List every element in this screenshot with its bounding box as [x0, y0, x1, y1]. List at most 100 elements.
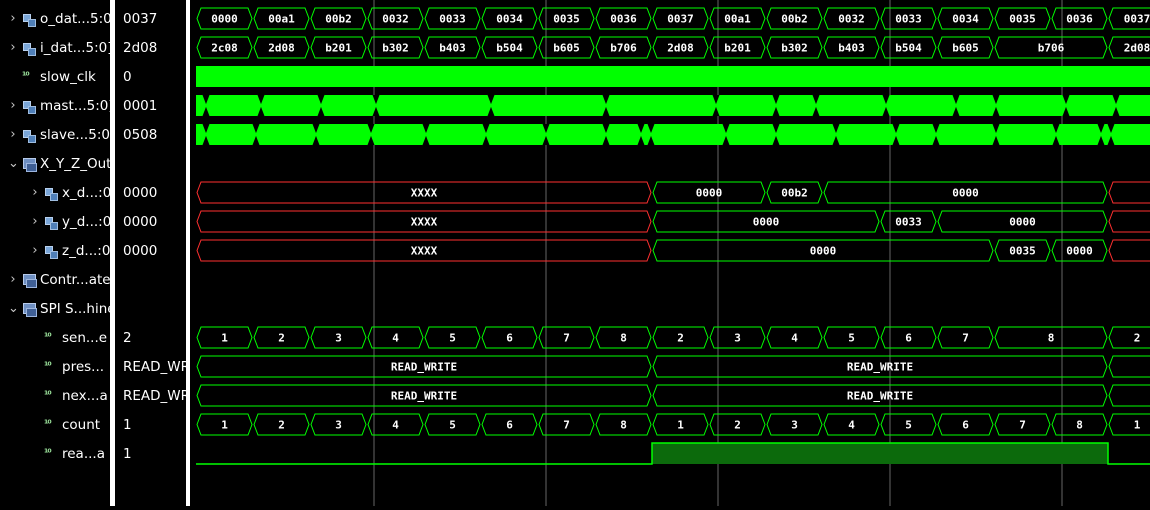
waveform-pane[interactable]: 0000 00a1 00b2 0032 0033 0034 0035 0036 0037 00a1… [190, 0, 1150, 506]
bus-value-label: XXXX [411, 187, 438, 200]
bus-icon [22, 128, 36, 143]
signal-value: 0000 [123, 213, 158, 230]
bus-segment [1108, 355, 1150, 378]
signal-row-y_d[interactable]: › y_d...:0] [30, 207, 110, 236]
bus-value-label: 0035 [553, 13, 580, 26]
bus-value-label: 4 [392, 332, 399, 345]
signal-value: 2d08 [123, 39, 158, 56]
signal-name: sen...e [62, 329, 108, 346]
signal-row-ctrl[interactable]: › Contr...ate [8, 265, 110, 294]
waveform-canvas[interactable]: 0000 00a1 00b2 0032 0033 0034 0035 0036 0037 00a1… [190, 0, 1150, 506]
signal-row-master[interactable]: › mast...5:0] [8, 91, 110, 120]
signal-name: x_d...:0] [62, 184, 110, 201]
collapse-arrow-icon[interactable]: › [8, 40, 18, 55]
bit-icon: ¹⁰ [44, 360, 52, 372]
signal-value: 0001 [123, 97, 158, 114]
bus-value-label: XXXX [411, 245, 438, 258]
bus-value-label: 0035 [1009, 245, 1036, 258]
collapse-arrow-icon[interactable]: › [8, 98, 18, 113]
signal-value: READ_WRITE [123, 358, 186, 375]
collapse-arrow-icon[interactable]: › [8, 272, 18, 287]
bus-value-label: 6 [905, 332, 912, 345]
collapse-arrow-icon[interactable]: › [30, 243, 40, 258]
bus-value-label: 6 [962, 419, 969, 432]
signal-row-slow_clk[interactable]: ¹⁰ slow_clk [8, 62, 96, 91]
bus-value-label: 00b2 [781, 187, 808, 200]
signal-name: i_dat...5:0] [40, 39, 110, 56]
scope-icon [22, 273, 37, 288]
signal-row-xyz[interactable]: ⌄ X_Y_Z_Out [8, 149, 110, 178]
signal-row-sen[interactable]: ¹⁰ sen...e [30, 323, 107, 352]
signal-name: o_dat...5:0] [40, 10, 110, 27]
signal-row-z_d[interactable]: › z_d...:0] [30, 236, 110, 265]
bus-value-label: 4 [392, 419, 399, 432]
bus-value-label: 0036 [1066, 13, 1093, 26]
bus-value-label: b302 [781, 42, 808, 55]
collapse-arrow-icon[interactable]: › [8, 127, 18, 142]
signal-row-rea[interactable]: ¹⁰ rea...a [30, 439, 105, 468]
bus-icon [44, 215, 58, 230]
bus-value-label: 0035 [1009, 13, 1036, 26]
bus-value-label: READ_WRITE [391, 390, 457, 403]
signal-name: z_d...:0] [62, 242, 110, 259]
bus-value-label: 0032 [382, 13, 409, 26]
bus-value-label: 00a1 [268, 13, 295, 26]
bus-value-label: b605 [952, 42, 979, 55]
bus-value-label: b302 [382, 42, 409, 55]
bus-value-label: 0034 [496, 13, 523, 26]
collapse-arrow-icon[interactable]: › [30, 185, 40, 200]
bus-value-label: 6 [506, 419, 513, 432]
collapse-arrow-icon[interactable]: › [8, 11, 18, 26]
signal-row-spi[interactable]: ⌄ SPI S...hine [8, 294, 110, 323]
signal-value: 0 [123, 68, 132, 85]
bus-value-label: 8 [620, 419, 627, 432]
signal-row-count[interactable]: ¹⁰ count [30, 410, 100, 439]
signal-row-x_d[interactable]: › x_d...:0] [30, 178, 110, 207]
bus-value-label: 2d08 [268, 42, 295, 55]
expand-arrow-icon[interactable]: ⌄ [8, 156, 19, 171]
collapse-arrow-icon[interactable]: › [30, 214, 40, 229]
signal-row-o_data[interactable]: › o_dat...5:0] [8, 4, 110, 33]
bus-value-label: 3 [734, 332, 741, 345]
bus-value-label: b403 [439, 42, 466, 55]
bit-icon: ¹⁰ [44, 418, 52, 430]
clock-waveform [196, 66, 1150, 87]
bus-value-label: READ_WRITE [847, 361, 913, 374]
bus-value-label: 1 [221, 332, 228, 345]
bus-value-label: 00a1 [724, 13, 751, 26]
bus-value-label: 6 [506, 332, 513, 345]
bus-value-label: 5 [905, 419, 912, 432]
signal-name-column: › o_dat...5:0] › i_dat...5:0] ¹⁰ slow_clk › mas… [0, 0, 110, 506]
expand-arrow-icon[interactable]: ⌄ [8, 301, 19, 316]
bus-value-label: 8 [620, 332, 627, 345]
signal-name: SPI S...hine [40, 300, 110, 317]
bus-value-label: 8 [1076, 419, 1083, 432]
signal-name: X_Y_Z_Out [40, 155, 110, 172]
bus-activity-fill [196, 124, 1150, 145]
signal-row-pres[interactable]: ¹⁰ pres... [30, 352, 104, 381]
signal-row-i_data[interactable]: › i_dat...5:0] [8, 33, 110, 62]
signal-row-slave[interactable]: › slave...5:0] [8, 120, 110, 149]
bus-value-label: 2 [278, 419, 285, 432]
bus-value-label: 0033 [895, 13, 922, 26]
bus-value-label: 7 [563, 332, 570, 345]
signal-name: pres... [62, 358, 105, 375]
bus-segment [1108, 210, 1150, 233]
bus-value-label: 0000 [211, 13, 238, 26]
bus-value-label: 3 [335, 419, 342, 432]
bus-value-label: 3 [335, 332, 342, 345]
bus-value-label: 0000 [1066, 245, 1093, 258]
bit-icon: ¹⁰ [44, 447, 52, 459]
bus-value-label: 7 [962, 332, 969, 345]
signal-name: Contr...ate [40, 271, 110, 288]
signal-value: 0037 [123, 10, 158, 27]
bus-value-label: b403 [838, 42, 865, 55]
bus-value-label: 2d08 [667, 42, 694, 55]
bus-value-label: 0036 [610, 13, 637, 26]
bus-value-label: 2 [1134, 332, 1141, 345]
bus-value-label: 0033 [439, 13, 466, 26]
signal-row-nex[interactable]: ¹⁰ nex...a [30, 381, 108, 410]
signal-name: mast...5:0] [40, 97, 110, 114]
signal-value: 1 [123, 445, 132, 462]
bus-value-label: b504 [496, 42, 523, 55]
